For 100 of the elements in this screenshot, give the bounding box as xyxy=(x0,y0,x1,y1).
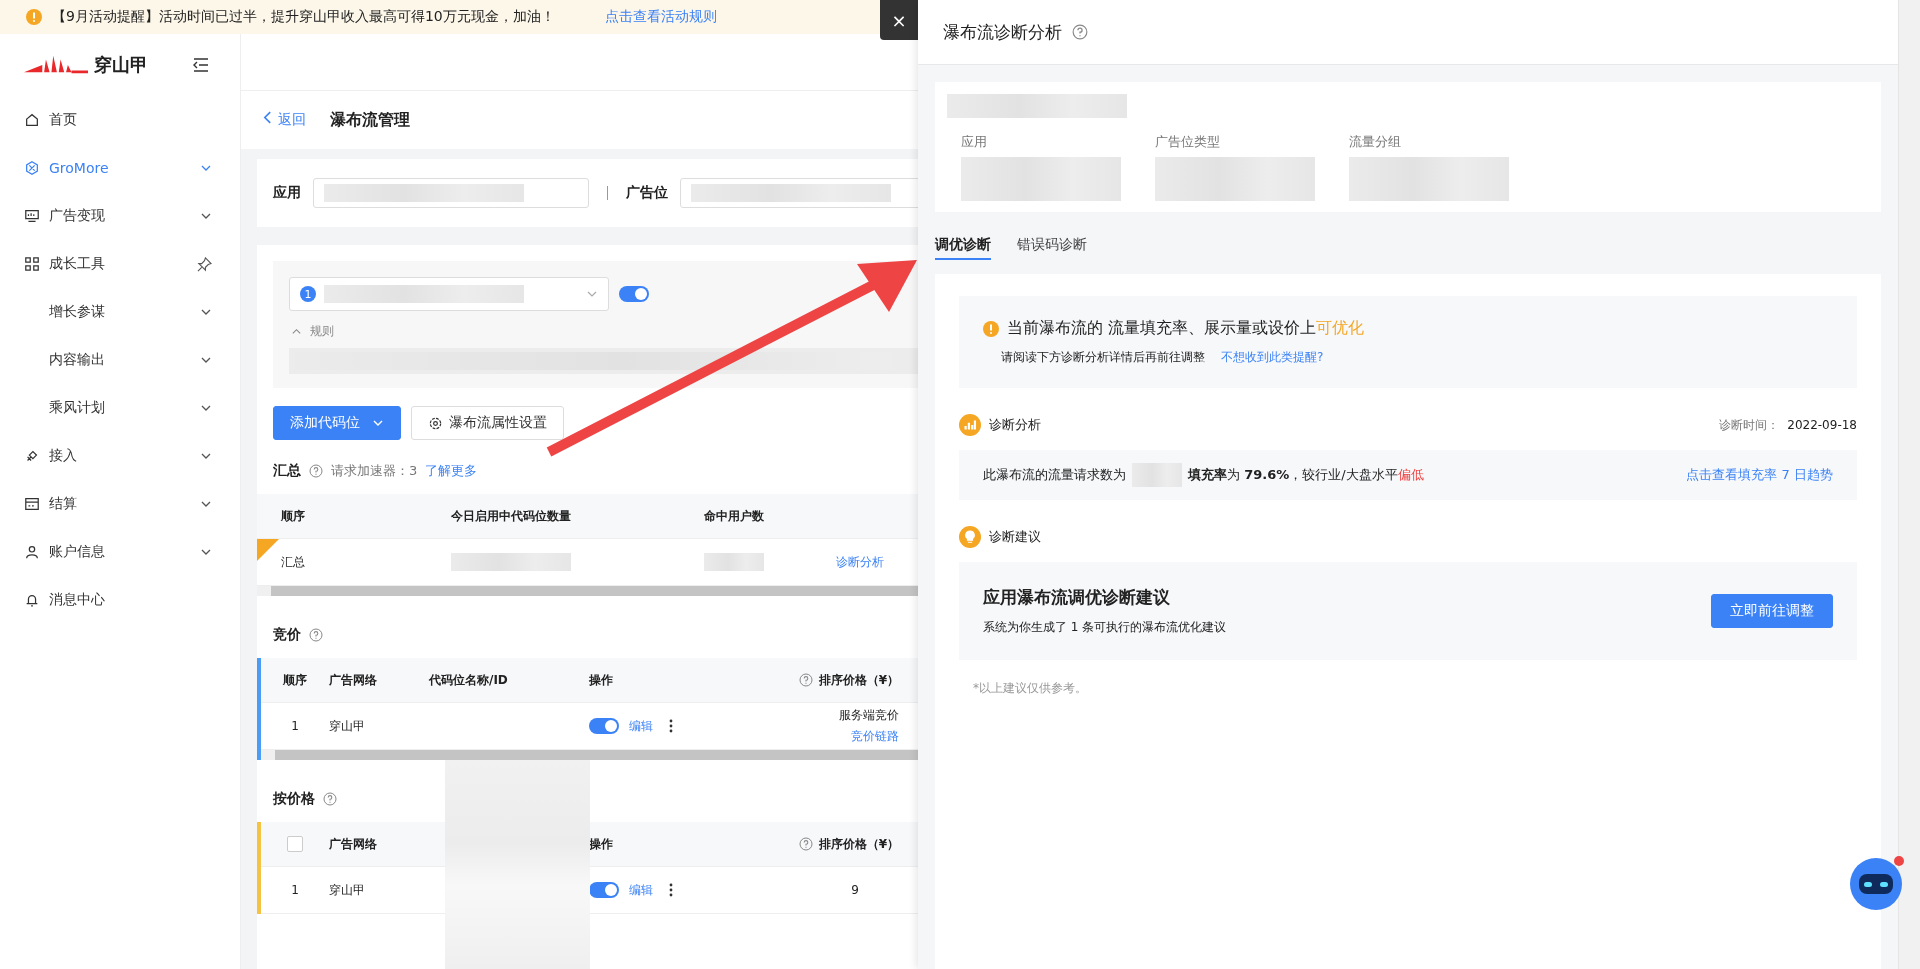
nav-item[interactable]: 广告变现 xyxy=(0,192,240,240)
nav-item[interactable]: 结算 xyxy=(0,480,240,528)
waterfall-select[interactable]: 1 xyxy=(289,277,609,311)
blurred-text xyxy=(1132,463,1182,487)
column-header: 今日启用中代码位数量 xyxy=(451,507,572,525)
toggle-switch[interactable] xyxy=(619,286,649,302)
page-title: 瀑布流管理 xyxy=(330,109,410,131)
help-icon[interactable] xyxy=(309,628,323,642)
accelerator-count: 请求加速器：3 xyxy=(331,462,418,480)
step-badge: 1 xyxy=(300,286,316,302)
column-header: 顺序 xyxy=(281,507,306,525)
suggestion-title: 应用瀑布流调优诊断建议 xyxy=(983,586,1171,609)
nav-item[interactable]: 乘风计划 xyxy=(0,384,240,432)
filter-label: 广告位 xyxy=(626,184,668,202)
nav-icon xyxy=(24,208,40,224)
nav-icon xyxy=(24,544,40,560)
column-header: 代码位名称/ID xyxy=(429,671,508,689)
caret-icon[interactable] xyxy=(291,326,302,337)
nav-icon xyxy=(24,448,40,464)
column-header: 顺序 xyxy=(283,671,307,689)
learn-more-link[interactable]: 了解更多 xyxy=(425,462,478,480)
table-cell-text: 1 xyxy=(290,719,300,733)
tab[interactable]: 调优诊断 xyxy=(935,236,991,260)
warning-icon xyxy=(26,9,42,25)
bid-chain-link[interactable]: 竞价链路 xyxy=(851,728,899,745)
nav-icon xyxy=(24,592,40,608)
nav-icon xyxy=(24,496,40,512)
lightbulb-icon xyxy=(959,526,981,548)
logo-text: 穿山甲 xyxy=(94,53,148,77)
rules-label: 规则 xyxy=(310,323,334,340)
alert-text: 请阅读下方诊断分析详情后再前往调整 xyxy=(1001,349,1205,366)
scrollbar[interactable] xyxy=(1898,0,1920,969)
suggestion-text: 系统为你生成了 1 条可执行的瀑布流优化建议 xyxy=(983,619,1228,636)
analysis-text: 此瀑布流的流量请求数为 xyxy=(983,466,1126,484)
table-cell-text: 汇总 xyxy=(281,553,306,571)
section-title: 汇总 xyxy=(273,462,301,480)
notice-text: 【9月活动提醒】活动时间已过半，提升穿山甲收入最高可得10万元现金，加油！ xyxy=(52,8,555,26)
info-label: 广告位类型 xyxy=(1155,133,1221,151)
back-link[interactable]: 返回 xyxy=(263,111,306,129)
fill-rate-trend-link[interactable]: 点击查看填充率 7 日趋势 xyxy=(1686,466,1833,484)
help-icon[interactable] xyxy=(1072,24,1088,40)
column-header: 广告网络 xyxy=(329,835,378,853)
toggle-switch[interactable] xyxy=(589,882,619,898)
tab[interactable]: 错误码诊断 xyxy=(1017,236,1087,260)
help-icon[interactable] xyxy=(309,464,323,478)
diagnosis-time: 2022-09-18 xyxy=(1787,418,1857,432)
drawer-title: 瀑布流诊断分析 xyxy=(943,20,1062,44)
diagnosis-time-label: 诊断时间： xyxy=(1719,416,1780,434)
disclaimer-note: *以上建议仅供参考。 xyxy=(972,680,1088,697)
help-icon[interactable] xyxy=(323,792,337,806)
more-icon[interactable] xyxy=(669,719,673,733)
nav-item[interactable]: 内容输出 xyxy=(0,336,240,384)
close-button[interactable]: × xyxy=(880,0,918,40)
bar-chart-icon xyxy=(959,414,981,436)
nav-icon xyxy=(24,256,40,272)
nav-item[interactable]: 消息中心 xyxy=(0,576,240,624)
info-label: 应用 xyxy=(961,133,988,151)
checkbox[interactable] xyxy=(287,836,303,852)
nav-item[interactable]: 账户信息 xyxy=(0,528,240,576)
nav-item[interactable]: 成长工具 xyxy=(0,240,240,288)
analysis-text: 填充率为 79.6%，较行业/大盘水平偏低 xyxy=(1188,466,1424,484)
section-title: 竞价 xyxy=(273,626,301,644)
add-ad-unit-button[interactable]: 添加代码位 xyxy=(273,406,401,440)
table-cell-text: 1 xyxy=(290,883,300,897)
blurred-text xyxy=(704,553,764,571)
column-header: 广告网络 xyxy=(329,671,377,689)
table-cell-text: 穿山甲 xyxy=(329,717,366,735)
section-heading: 诊断建议 xyxy=(989,528,1041,546)
help-icon[interactable] xyxy=(798,837,813,851)
waterfall-settings-button[interactable]: 瀑布流属性设置 xyxy=(411,406,564,440)
edit-link[interactable]: 编辑 xyxy=(629,881,653,899)
nav-icon xyxy=(24,112,40,128)
column-header: 操作 xyxy=(589,835,614,853)
collapse-menu-icon[interactable] xyxy=(192,56,210,74)
toggle-switch[interactable] xyxy=(589,718,619,734)
help-icon[interactable] xyxy=(798,673,813,687)
diagnose-link[interactable]: 诊断分析 xyxy=(836,553,884,571)
pin-icon[interactable] xyxy=(197,256,212,272)
activity-rules-link[interactable]: 点击查看活动规则 xyxy=(604,8,717,26)
column-header: 操作 xyxy=(589,671,613,689)
mute-reminder-link[interactable]: 不想收到此类提醒? xyxy=(1221,349,1324,366)
nav-item[interactable]: 增长参谋 xyxy=(0,288,240,336)
alert-title: 当前瀑布流的 流量填充率、展示量或设价上可优化 xyxy=(1007,318,1365,339)
section-title: 按价格 xyxy=(273,790,315,808)
column-header: 排序价格（¥） xyxy=(818,835,899,853)
chevron-left-icon xyxy=(263,111,272,124)
table-cell: 服务端竞价 xyxy=(839,707,899,724)
adjust-now-button[interactable]: 立即前往调整 xyxy=(1711,594,1833,628)
select-field[interactable] xyxy=(313,178,589,208)
nav-item[interactable]: GroMore xyxy=(0,144,240,192)
nav-item[interactable]: 接入 xyxy=(0,432,240,480)
info-label: 流量分组 xyxy=(1349,133,1402,151)
nav-icon xyxy=(24,160,40,176)
table-cell: 9 xyxy=(851,883,859,897)
filter-label: 应用 xyxy=(273,184,301,202)
edit-link[interactable]: 编辑 xyxy=(629,717,653,735)
more-icon[interactable] xyxy=(669,883,673,897)
gear-icon xyxy=(428,415,443,431)
nav-item[interactable]: 首页 xyxy=(0,96,240,144)
table-cell-text: 穿山甲 xyxy=(329,881,366,899)
